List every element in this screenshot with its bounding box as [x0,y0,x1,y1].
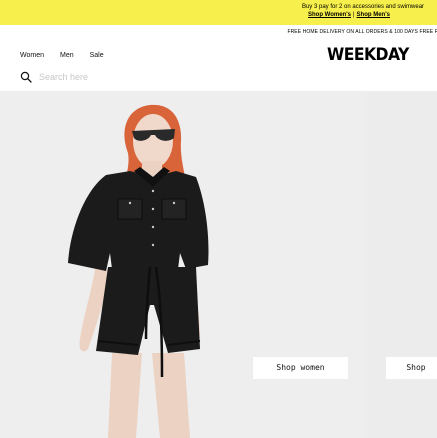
delivery-notice: FREE HOME DELIVERY ON ALL ORDERS & 100 D… [287,29,437,35]
shop-women-button[interactable]: Shop women [253,357,348,379]
shop-womens-link[interactable]: Shop Women's [308,12,351,18]
promo-message: Buy 3 pay for 2 on accessories and swimw… [301,4,425,10]
hero-carousel: Shop women Shop [0,91,437,438]
nav-women[interactable]: Women [20,50,44,62]
promo-separator: | [352,12,355,18]
model-photo [68,104,209,438]
promo-banner: Buy 3 pay for 2 on accessories and swimw… [0,0,437,25]
shop-mens-link[interactable]: Shop Men's [357,12,390,18]
nav-men[interactable]: Men [60,50,74,62]
brand-logo[interactable]: WEEKDAY [327,45,409,65]
hero-slide-women[interactable] [0,91,366,438]
nav-sale[interactable]: Sale [90,50,104,62]
search-bar [20,70,159,84]
main-navigation: Women Men Sale [20,50,104,62]
search-icon[interactable] [20,71,32,83]
shop-men-button[interactable]: Shop [386,357,437,379]
promo-links: Shop Women's | Shop Men's [289,11,409,19]
hero-slide-men[interactable] [368,91,437,438]
search-input[interactable] [39,71,159,83]
